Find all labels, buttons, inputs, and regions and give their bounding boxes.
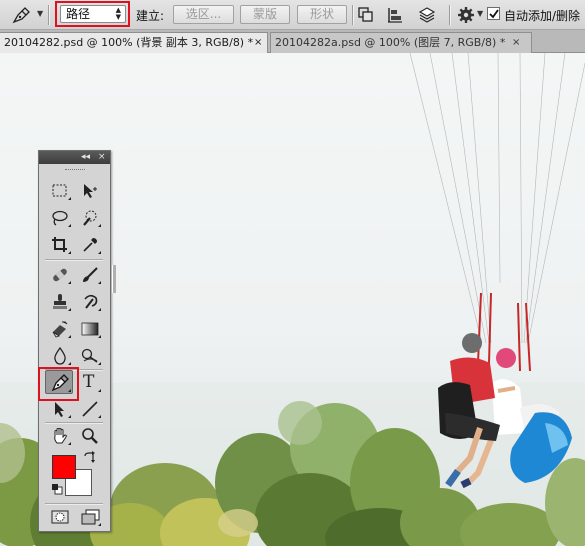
paraglider-lines [409, 53, 585, 344]
gear-icon[interactable] [456, 5, 476, 25]
options-bar: ▼ 路径 ▲ ▼ 建立: 选区... 蒙版 形状 ▼ 自动添加/删除 [0, 0, 585, 30]
pen-tool-preset-icon[interactable] [10, 6, 32, 24]
crop-tool-icon[interactable] [47, 233, 73, 257]
tool-mode-select[interactable]: 路径 ▲ ▼ [60, 5, 126, 23]
type-tool-icon[interactable]: T [77, 371, 103, 395]
tool-mode-value: 路径 [66, 7, 91, 21]
document-tab-bar: 20104282.psd @ 100% (背景 副本 3, RGB/8) * ×… [0, 30, 585, 53]
make-mask-button[interactable]: 蒙版 [240, 5, 290, 24]
eyedropper-icon[interactable] [77, 233, 103, 257]
tab-label: 20104282.psd @ 100% (背景 副本 3, RGB/8) * [4, 36, 254, 49]
clone-stamp-icon[interactable] [47, 290, 73, 314]
tools-panel[interactable]: ◂◂ × T [38, 150, 111, 532]
gradient-tool-icon[interactable] [77, 317, 103, 341]
document-tab-active[interactable]: 20104282.psd @ 100% (背景 副本 3, RGB/8) * × [0, 32, 268, 53]
separator [48, 5, 50, 25]
close-tab-icon[interactable]: × [254, 33, 262, 52]
brush-tool-icon[interactable] [77, 263, 103, 287]
move-tool-icon[interactable] [77, 179, 103, 203]
close-tab-icon[interactable]: × [512, 33, 520, 52]
blur-tool-icon[interactable] [47, 344, 73, 368]
tool-preset-caret-icon[interactable]: ▼ [37, 9, 43, 18]
path-operations-icon[interactable] [356, 5, 376, 25]
close-panel-icon[interactable]: × [98, 151, 106, 163]
make-shape-button[interactable]: 形状 [297, 5, 347, 24]
spot-healing-brush-icon[interactable] [47, 263, 73, 287]
lasso-tool-icon[interactable] [47, 206, 73, 230]
document-tab-inactive[interactable]: 20104282a.psd @ 100% (图层 7, RGB/8) * × [270, 32, 532, 53]
build-label: 建立: [136, 9, 165, 23]
path-arrangement-icon[interactable] [417, 5, 437, 25]
panel-resize-handle[interactable] [112, 265, 116, 293]
pen-tool-highlight-box [38, 367, 79, 401]
tab-label: 20104282a.psd @ 100% (图层 7, RGB/8) * [275, 36, 506, 49]
collapse-panel-icon[interactable]: ◂◂ [81, 151, 90, 163]
eraser-tool-icon[interactable] [47, 317, 73, 341]
quick-selection-icon[interactable] [77, 206, 103, 230]
make-selection-button[interactable]: 选区... [173, 5, 234, 24]
default-colors-icon[interactable] [51, 483, 63, 495]
screen-mode-icon[interactable] [77, 505, 103, 529]
path-alignment-icon[interactable] [386, 5, 406, 25]
type-tool-glyph: T [83, 372, 95, 392]
quick-mask-icon[interactable] [47, 505, 73, 529]
separator [449, 5, 451, 25]
swap-colors-icon[interactable] [83, 451, 97, 465]
separator [352, 5, 354, 25]
dodge-tool-icon[interactable] [77, 344, 103, 368]
select-arrows-icon: ▲ ▼ [115, 6, 121, 21]
foreground-color-swatch[interactable] [52, 455, 76, 479]
gear-caret-icon[interactable]: ▼ [477, 9, 483, 18]
divider [45, 259, 103, 261]
auto-add-delete-checkbox[interactable] [487, 7, 500, 20]
auto-add-delete-label: 自动添加/删除 [504, 9, 581, 23]
line-tool-icon[interactable] [77, 397, 103, 421]
rectangular-marquee-icon[interactable] [47, 179, 73, 203]
tools-panel-header[interactable]: ◂◂ × [39, 151, 110, 164]
panel-grip[interactable] [65, 169, 85, 172]
zoom-tool-icon[interactable] [77, 424, 103, 448]
hand-tool-icon[interactable] [47, 424, 73, 448]
history-brush-icon[interactable] [77, 290, 103, 314]
